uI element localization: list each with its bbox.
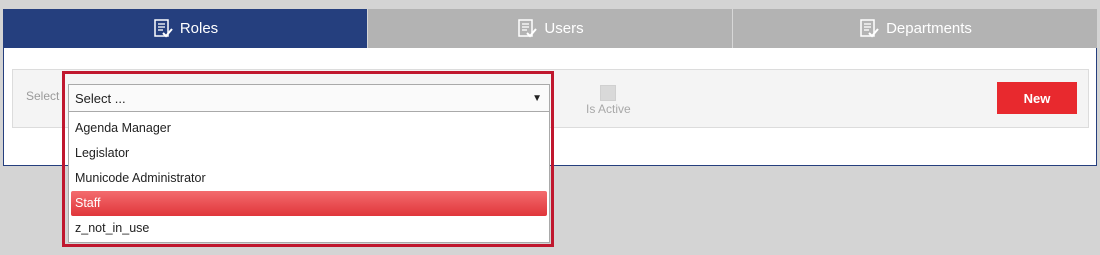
checklist-icon xyxy=(152,18,174,40)
tab-departments[interactable]: Departments xyxy=(733,9,1097,48)
tab-label: Users xyxy=(544,20,584,37)
option-municode-administrator[interactable]: Municode Administrator xyxy=(69,166,549,191)
role-dropdown-list: Agenda Manager Legislator Municode Admin… xyxy=(68,112,550,243)
tab-roles[interactable]: Roles xyxy=(3,9,368,48)
option-legislator[interactable]: Legislator xyxy=(69,141,549,166)
select-label: Select xyxy=(26,89,60,103)
option-z-not-in-use[interactable]: z_not_in_use xyxy=(69,216,549,241)
is-active-checkbox[interactable] xyxy=(600,85,616,101)
option-staff[interactable]: Staff xyxy=(71,191,547,216)
checklist-icon xyxy=(858,18,880,40)
checklist-icon xyxy=(516,18,538,40)
option-agenda-manager[interactable]: Agenda Manager xyxy=(69,116,549,141)
caret-down-icon: ▼ xyxy=(532,93,542,104)
new-button[interactable]: New xyxy=(997,82,1077,114)
role-select[interactable]: Select ... ▼ xyxy=(68,84,550,112)
tab-bar: Roles Users Departments xyxy=(3,9,1097,48)
is-active-label: Is Active xyxy=(586,102,631,116)
role-select-value: Select ... xyxy=(75,90,126,106)
tab-label: Departments xyxy=(886,20,972,37)
tab-users[interactable]: Users xyxy=(368,9,733,48)
tab-label: Roles xyxy=(179,20,219,37)
